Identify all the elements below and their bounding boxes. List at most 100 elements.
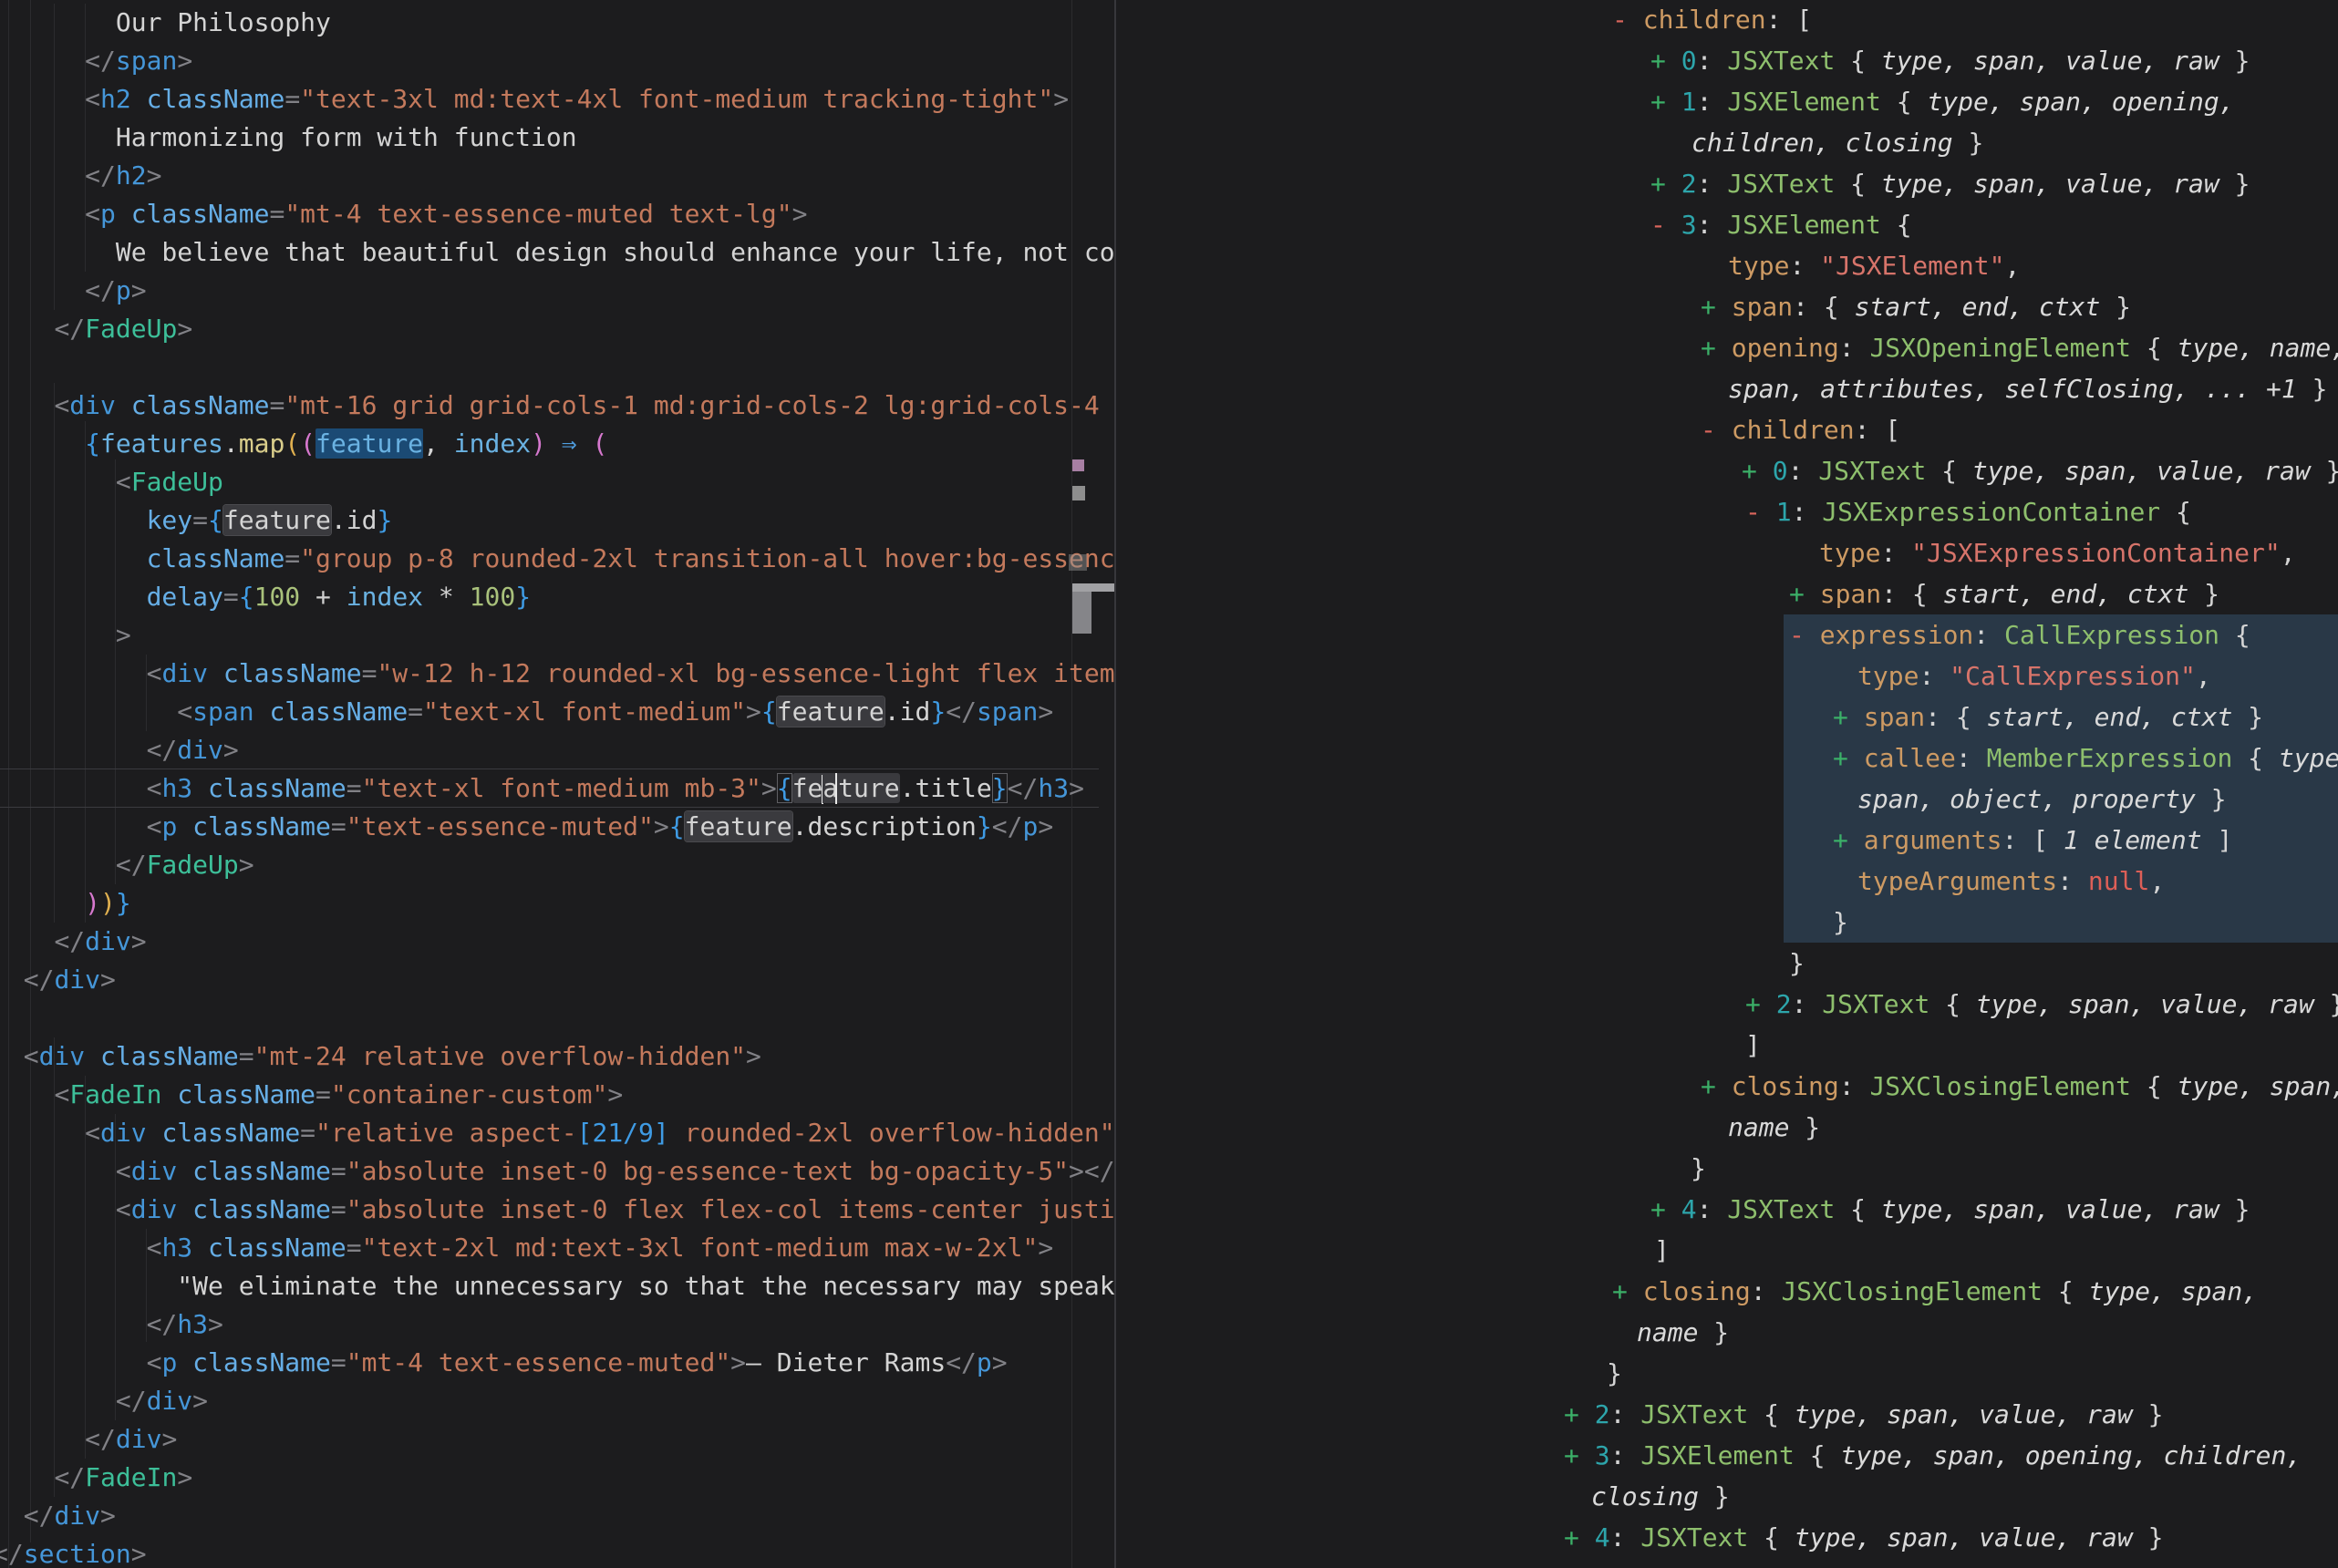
- code-line[interactable]: type: "JSXExpressionContainer",: [1819, 532, 2296, 573]
- expand-toggle-icon[interactable]: +: [1833, 702, 1864, 732]
- code-line[interactable]: + closing: JSXClosingElement { type, spa…: [1701, 1066, 2338, 1107]
- expand-toggle-icon[interactable]: -: [1650, 210, 1681, 240]
- expand-toggle-icon[interactable]: +: [1564, 1399, 1595, 1429]
- ast-tree-pane[interactable]: - children: [+ 0: JSXText { type, span, …: [1116, 0, 2338, 1568]
- code-line[interactable]: + 4: JSXText { type, span, value, raw }: [1564, 1517, 2163, 1558]
- code-line[interactable]: name }: [1728, 1107, 1820, 1148]
- code-line[interactable]: typeArguments: null,: [1857, 861, 2165, 902]
- expand-toggle-icon[interactable]: -: [1701, 415, 1732, 445]
- expand-toggle-icon[interactable]: +: [1564, 1440, 1595, 1470]
- expand-toggle-icon[interactable]: +: [1833, 825, 1864, 855]
- code-line[interactable]: <h3 className="text-2xl md:text-3xl font…: [0, 1229, 1053, 1267]
- expand-toggle-icon[interactable]: +: [1650, 169, 1681, 199]
- code-line[interactable]: "We eliminate the unnecessary so that th…: [0, 1267, 1114, 1305]
- code-line[interactable]: - expression: CallExpression {: [1789, 614, 2250, 655]
- code-line[interactable]: + span: { start, end, ctxt }: [1833, 696, 2263, 738]
- expand-toggle-icon[interactable]: +: [1650, 46, 1681, 76]
- expand-toggle-icon[interactable]: -: [1612, 5, 1643, 35]
- code-line[interactable]: type: "JSXElement",: [1728, 245, 2020, 286]
- expand-toggle-icon[interactable]: +: [1612, 1276, 1643, 1306]
- code-line[interactable]: <div className="absolute inset-0 bg-esse…: [0, 1152, 1114, 1191]
- expand-toggle-icon[interactable]: +: [1650, 87, 1681, 117]
- code-line[interactable]: + 3: JSXElement { type, span, opening, c…: [1564, 1435, 2302, 1476]
- code-line[interactable]: - 1: JSXExpressionContainer {: [1745, 491, 2191, 532]
- expand-toggle-icon[interactable]: +: [1701, 292, 1732, 322]
- code-line[interactable]: </div>: [0, 1497, 116, 1535]
- code-line[interactable]: type: "CallExpression",: [1857, 655, 2211, 696]
- code-line[interactable]: <div className="absolute inset-0 flex fl…: [0, 1191, 1114, 1229]
- code-line[interactable]: </div>: [0, 961, 116, 999]
- expand-toggle-icon[interactable]: +: [1701, 333, 1732, 363]
- code-line[interactable]: }: [1789, 943, 1805, 984]
- code-line[interactable]: - 3: JSXElement {: [1650, 204, 1912, 245]
- code-line[interactable]: </FadeIn>: [0, 1459, 192, 1497]
- code-line[interactable]: key={feature.id}: [0, 501, 392, 540]
- code-line[interactable]: delay={100 + index * 100}: [0, 578, 531, 616]
- code-line[interactable]: span, object, property }: [1857, 779, 2227, 820]
- code-line[interactable]: <FadeUp: [0, 463, 223, 501]
- code-line[interactable]: We believe that beautiful design should …: [0, 233, 1114, 272]
- code-line[interactable]: ]: [1654, 1230, 1670, 1271]
- expand-toggle-icon[interactable]: -: [1789, 620, 1820, 650]
- code-line[interactable]: + closing: JSXClosingElement { type, spa…: [1612, 1271, 2258, 1312]
- code-line[interactable]: + span: { start, end, ctxt }: [1701, 286, 2131, 327]
- code-line[interactable]: <div className="w-12 h-12 rounded-xl bg-…: [0, 655, 1114, 693]
- code-line[interactable]: + 4: JSXText { type, span, value, raw }: [1650, 1189, 2250, 1230]
- code-line[interactable]: + 2: JSXText { type, span, value, raw }: [1564, 1394, 2163, 1435]
- code-line[interactable]: </p>: [0, 272, 147, 310]
- code-line[interactable]: name }: [1637, 1312, 1729, 1353]
- code-line[interactable]: </div>: [0, 1420, 177, 1459]
- code-line[interactable]: - children: [: [1701, 409, 1900, 450]
- code-line[interactable]: <h2 className="text-3xl md:text-4xl font…: [0, 80, 1069, 119]
- code-line[interactable]: <span className="text-xl font-medium">{f…: [0, 693, 1053, 731]
- code-line[interactable]: + 0: JSXText { type, span, value, raw }: [1650, 40, 2250, 81]
- code-line[interactable]: }: [1833, 902, 1848, 943]
- code-line[interactable]: children, closing }: [1691, 122, 1983, 163]
- code-line[interactable]: Our Philosophy: [0, 4, 331, 42]
- expand-toggle-icon[interactable]: +: [1789, 579, 1820, 609]
- code-line[interactable]: </FadeUp>: [0, 846, 254, 884]
- code-line[interactable]: Harmonizing form with function: [0, 119, 577, 157]
- expand-toggle-icon[interactable]: +: [1701, 1071, 1732, 1101]
- expand-toggle-icon[interactable]: +: [1742, 456, 1773, 486]
- scrollbar-slider[interactable]: [1072, 592, 1091, 634]
- code-line[interactable]: {features.map((feature, index) ⇒ (: [0, 425, 607, 463]
- expand-toggle-icon[interactable]: +: [1564, 1522, 1595, 1553]
- pane-divider[interactable]: [1114, 0, 1116, 1568]
- code-line[interactable]: + span: { start, end, ctxt }: [1789, 573, 2219, 614]
- code-line[interactable]: </div>: [0, 731, 239, 769]
- code-line[interactable]: <h3 className="text-xl font-medium mb-3"…: [0, 769, 1084, 808]
- code-line[interactable]: >: [0, 616, 131, 655]
- code-line[interactable]: }: [1607, 1353, 1622, 1394]
- code-line[interactable]: + callee: MemberExpression { type,: [1833, 738, 2338, 779]
- code-line[interactable]: + arguments: [ 1 element ]: [1833, 820, 2232, 861]
- code-line[interactable]: ))}: [0, 884, 131, 923]
- code-line[interactable]: </span>: [0, 42, 192, 80]
- code-line[interactable]: - children: [: [1612, 0, 1812, 40]
- code-line[interactable]: </h2>: [0, 157, 161, 195]
- code-line[interactable]: closing }: [1591, 1476, 1730, 1517]
- expand-toggle-icon[interactable]: -: [1745, 497, 1776, 527]
- code-line[interactable]: </div>: [0, 1382, 208, 1420]
- expand-toggle-icon[interactable]: +: [1833, 743, 1864, 773]
- expand-toggle-icon[interactable]: +: [1745, 989, 1776, 1019]
- code-line[interactable]: </div>: [0, 923, 147, 961]
- code-line[interactable]: <p className="mt-4 text-essence-muted">—…: [0, 1344, 1008, 1382]
- scrollbar-slider-top[interactable]: [1072, 583, 1114, 592]
- code-line[interactable]: + 0: JSXText { type, span, value, raw }: [1742, 450, 2338, 491]
- code-line[interactable]: <div className="mt-24 relative overflow-…: [0, 1037, 761, 1076]
- code-line[interactable]: + 2: JSXText { type, span, value, raw }: [1745, 984, 2338, 1025]
- code-line[interactable]: </h3>: [0, 1305, 223, 1344]
- code-line[interactable]: <div className="mt-16 grid grid-cols-1 m…: [0, 387, 1114, 425]
- code-line[interactable]: }: [1691, 1148, 1706, 1189]
- code-line[interactable]: <p className="text-essence-muted">{featu…: [0, 808, 1053, 846]
- expand-toggle-icon[interactable]: +: [1650, 1194, 1681, 1224]
- code-line[interactable]: <p className="mt-4 text-essence-muted te…: [0, 195, 807, 233]
- code-line[interactable]: + opening: JSXOpeningElement { type, nam…: [1701, 327, 2338, 368]
- code-line[interactable]: + 2: JSXText { type, span, value, raw }: [1650, 163, 2250, 204]
- code-line[interactable]: <FadeIn className="container-custom">: [0, 1076, 623, 1114]
- code-line[interactable]: + 1: JSXElement { type, span, opening,: [1650, 81, 2235, 122]
- code-line[interactable]: className="group p-8 rounded-2xl transit…: [0, 540, 1114, 578]
- code-editor-pane[interactable]: Our Philosophy </span> <h2 className="te…: [0, 0, 1114, 1568]
- code-line[interactable]: </FadeUp>: [0, 310, 192, 348]
